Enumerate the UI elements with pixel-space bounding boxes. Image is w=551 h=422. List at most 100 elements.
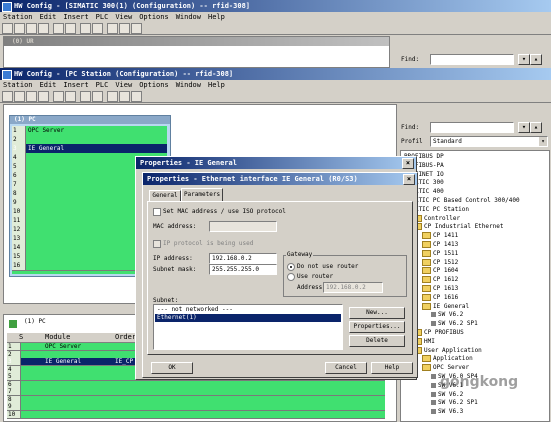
delete-subnet-button[interactable]: Delete <box>349 335 405 347</box>
menu-item[interactable]: Station <box>3 13 33 21</box>
tab-parameters[interactable]: Parameters <box>181 188 223 202</box>
ok-button[interactable]: OK <box>151 362 193 374</box>
netpro-icon[interactable] <box>119 23 130 34</box>
help-icon[interactable] <box>131 91 142 102</box>
catalog-tree-item[interactable]: SW V6.2 <box>431 311 463 319</box>
window-1-titlebar[interactable]: HW Config - [SIMATIC 300(1) (Configurati… <box>0 0 551 12</box>
subnet-list-item[interactable]: --- not networked --- <box>155 306 341 314</box>
catalog-item-label: SW V6.2 SP1 <box>438 320 478 328</box>
catalog-tree-item[interactable]: CP 1512 <box>422 258 458 267</box>
catalog-icon[interactable] <box>107 91 118 102</box>
cancel-button[interactable]: Cancel <box>325 362 367 374</box>
find-down-icon[interactable]: ▾ <box>518 54 530 65</box>
set-mac-checkbox[interactable] <box>153 208 161 216</box>
ethernet-dialog-titlebar[interactable]: Properties - Ethernet interface IE Gener… <box>143 173 417 185</box>
netpro-icon[interactable] <box>119 91 130 102</box>
profile-select[interactable]: Standard ▾ <box>430 136 548 147</box>
catalog-tree-item[interactable]: CP 1612 <box>422 276 458 284</box>
use-router-radio[interactable] <box>287 273 295 281</box>
menu-item[interactable]: PLC <box>96 81 109 89</box>
outer-dialog-titlebar[interactable]: Properties - IE General × <box>136 157 416 169</box>
catalog-tree-item[interactable]: IE General <box>422 302 469 311</box>
print-icon[interactable] <box>38 91 49 102</box>
catalog-tree-item[interactable]: CP 1511 <box>422 249 458 258</box>
catalog-tree-item[interactable]: CP Industrial Ethernet <box>413 223 503 231</box>
open-icon[interactable] <box>14 91 25 102</box>
subnet-list[interactable]: --- not networked --- Ethernet(1) <box>153 304 343 350</box>
catalog-tree-item[interactable]: CP 1413 <box>422 241 458 249</box>
menu-item[interactable]: Options <box>139 13 169 21</box>
menu-item[interactable]: Insert <box>63 13 88 21</box>
router-address-input[interactable]: 192.168.0.2 <box>323 282 383 293</box>
subnet-mask-input[interactable]: 255.255.255.0 <box>209 264 277 275</box>
menu-item[interactable]: Options <box>139 81 169 89</box>
window-2-titlebar[interactable]: HW Config - [PC Station (Configuration) … <box>0 68 551 80</box>
copy-icon[interactable] <box>53 23 64 34</box>
paste-icon[interactable] <box>65 91 76 102</box>
paste-icon[interactable] <box>65 23 76 34</box>
close-icon[interactable]: × <box>402 158 414 169</box>
catalog-tree-item[interactable]: SIMATIC PC Based Control 300/400 <box>404 197 520 205</box>
new-icon[interactable] <box>2 91 13 102</box>
subnet-list-item[interactable]: Ethernet(1) <box>155 314 341 322</box>
open-icon[interactable] <box>14 23 25 34</box>
catalog-item-label: OPC Server <box>433 364 470 372</box>
catalog-tree-item[interactable]: User Application <box>413 346 482 355</box>
back-arrow-icon[interactable] <box>8 319 18 329</box>
find-up-icon[interactable]: ▴ <box>530 54 542 65</box>
copy-icon[interactable] <box>53 91 64 102</box>
menu-item[interactable]: Edit <box>40 13 57 21</box>
catalog-icon[interactable] <box>107 23 118 34</box>
upload-icon[interactable] <box>92 91 103 102</box>
menu-item[interactable]: Window <box>176 81 201 89</box>
catalog-tree-item[interactable]: CP 1616 <box>422 293 458 302</box>
catalog-tree-item[interactable]: CP 1411 <box>422 232 458 240</box>
catalog-find-input[interactable] <box>430 122 514 133</box>
catalog-tree-item[interactable]: Controller <box>413 214 460 223</box>
download-icon[interactable] <box>80 91 91 102</box>
find-up-icon[interactable]: ▴ <box>530 122 542 133</box>
no-router-radio[interactable] <box>287 263 295 271</box>
catalog-tree-item[interactable]: CP 1613 <box>422 285 458 293</box>
new-icon[interactable] <box>2 23 13 34</box>
new-subnet-button[interactable]: New... <box>349 307 405 319</box>
catalog-tree-item[interactable]: OPC Server <box>422 364 469 372</box>
menu-item[interactable]: View <box>115 81 132 89</box>
menu-item[interactable]: Edit <box>40 81 57 89</box>
find-down-icon[interactable]: ▾ <box>518 122 530 133</box>
menu-item[interactable]: Station <box>3 81 33 89</box>
menu-item[interactable]: Help <box>208 81 225 89</box>
catalog-tree-item[interactable]: SW V6.3 <box>431 408 463 416</box>
save-icon[interactable] <box>26 23 37 34</box>
mac-address-input[interactable] <box>209 221 277 232</box>
ip-address-input[interactable]: 192.168.0.2 <box>209 253 277 264</box>
print-icon[interactable] <box>38 23 49 34</box>
menu-item[interactable]: Insert <box>63 81 88 89</box>
folder-icon <box>422 293 431 301</box>
help-icon[interactable] <box>131 23 142 34</box>
catalog-tree-item[interactable]: SW V6.2 <box>431 391 463 399</box>
menu-item[interactable]: Help <box>208 13 225 21</box>
folder-icon <box>422 232 431 240</box>
close-icon[interactable]: × <box>403 174 415 185</box>
upload-icon[interactable] <box>92 23 103 34</box>
download-icon[interactable] <box>80 23 91 34</box>
menu-item[interactable]: View <box>115 13 132 21</box>
help-button[interactable]: Help <box>371 362 413 374</box>
window-1-find-input[interactable] <box>430 54 514 65</box>
table-row[interactable]: 10 <box>7 410 385 419</box>
subnet-properties-button[interactable]: Properties... <box>349 321 405 333</box>
catalog-item-label: SW V6.2 <box>438 390 464 398</box>
menu-item[interactable]: Window <box>176 13 201 21</box>
catalog-tree-item[interactable]: SW V6.2 SP1 <box>431 399 478 407</box>
rack-slot-number: 15 <box>12 252 26 261</box>
save-icon[interactable] <box>26 91 37 102</box>
catalog-tree-item[interactable]: Application <box>422 355 473 363</box>
ip-protocol-checkbox[interactable] <box>153 240 161 248</box>
catalog-tree-item[interactable]: SW V6.2 SP1 <box>431 320 478 328</box>
chevron-down-icon[interactable]: ▾ <box>539 137 547 146</box>
catalog-tree-item[interactable]: CP 1604 <box>422 267 458 275</box>
catalog-tree-item[interactable]: CP PROFIBUS <box>413 329 464 337</box>
menu-item[interactable]: PLC <box>96 13 109 21</box>
rack-slot-number: 4 <box>12 153 26 162</box>
